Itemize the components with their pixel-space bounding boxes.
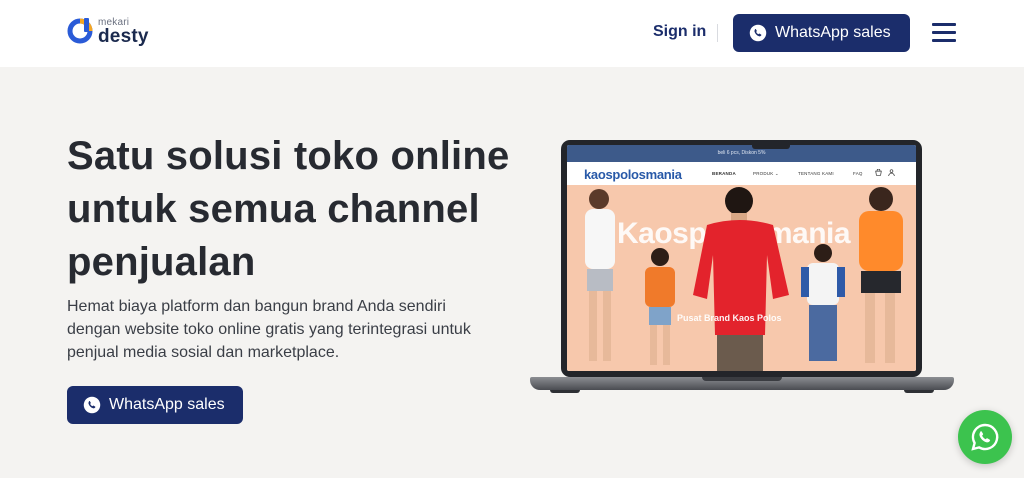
whatsapp-chat-icon xyxy=(971,423,999,451)
model-figure-red-shirt xyxy=(693,187,789,371)
logo-desty-text: desty xyxy=(98,26,149,47)
site-nav-produk: PRODUK ⌄ xyxy=(753,171,779,176)
banner-subtitle: Pusat Brand Kaos Polos xyxy=(677,313,782,323)
model-figure-white-shirt xyxy=(585,189,615,361)
site-nav-tentang: TENTANG KAMI xyxy=(798,171,834,176)
kid-figure-raglan xyxy=(801,244,845,361)
laptop-screen-frame: beli 6 pcs, Diskon 5% kaospolosmania BER… xyxy=(561,140,922,377)
laptop-foot-left xyxy=(550,390,580,393)
sign-in-link[interactable]: Sign in xyxy=(653,23,706,41)
site-nav-beranda: BERANDA xyxy=(712,171,736,176)
laptop-notch xyxy=(752,140,790,149)
hero-description: Hemat biaya platform dan bangun brand An… xyxy=(67,298,471,361)
desty-logo-icon xyxy=(67,18,93,44)
hero-whatsapp-sales-button[interactable]: WhatsApp sales xyxy=(67,386,243,424)
whatsapp-icon xyxy=(83,396,101,414)
laptop-base-lip xyxy=(702,377,782,381)
site-hero-banner: Kaospolosmania xyxy=(567,185,916,371)
cart-icon xyxy=(875,169,882,176)
floating-whatsapp-button[interactable] xyxy=(958,410,1012,464)
mekari-desty-logo[interactable]: mekari desty xyxy=(67,15,157,49)
header-whatsapp-label: WhatsApp sales xyxy=(775,24,891,41)
hero-title: Satu solusi toko online untuk semua chan… xyxy=(67,134,510,284)
kid-figure-orange xyxy=(645,248,675,365)
header-divider xyxy=(717,24,718,42)
site-logo: kaospolosmania xyxy=(584,167,682,182)
whatsapp-icon xyxy=(749,24,767,42)
site-header: mekari desty Sign in WhatsApp sales xyxy=(0,0,1024,67)
laptop-mockup: beli 6 pcs, Diskon 5% kaospolosmania BER… xyxy=(530,140,954,402)
laptop-foot-right xyxy=(904,390,934,393)
site-announcement-bar: beli 6 pcs, Diskon 5% xyxy=(567,145,916,162)
site-nav-faq: FAQ xyxy=(853,171,863,176)
hero-whatsapp-label: WhatsApp sales xyxy=(109,396,225,413)
header-whatsapp-sales-button[interactable]: WhatsApp sales xyxy=(733,14,910,52)
hamburger-menu-icon[interactable] xyxy=(932,23,956,43)
laptop-screen: beli 6 pcs, Diskon 5% kaospolosmania BER… xyxy=(567,145,916,371)
model-figure-orange-shirt xyxy=(859,187,903,363)
user-icon xyxy=(888,169,895,176)
site-navbar: kaospolosmania BERANDA PRODUK ⌄ TENTANG … xyxy=(567,162,916,185)
